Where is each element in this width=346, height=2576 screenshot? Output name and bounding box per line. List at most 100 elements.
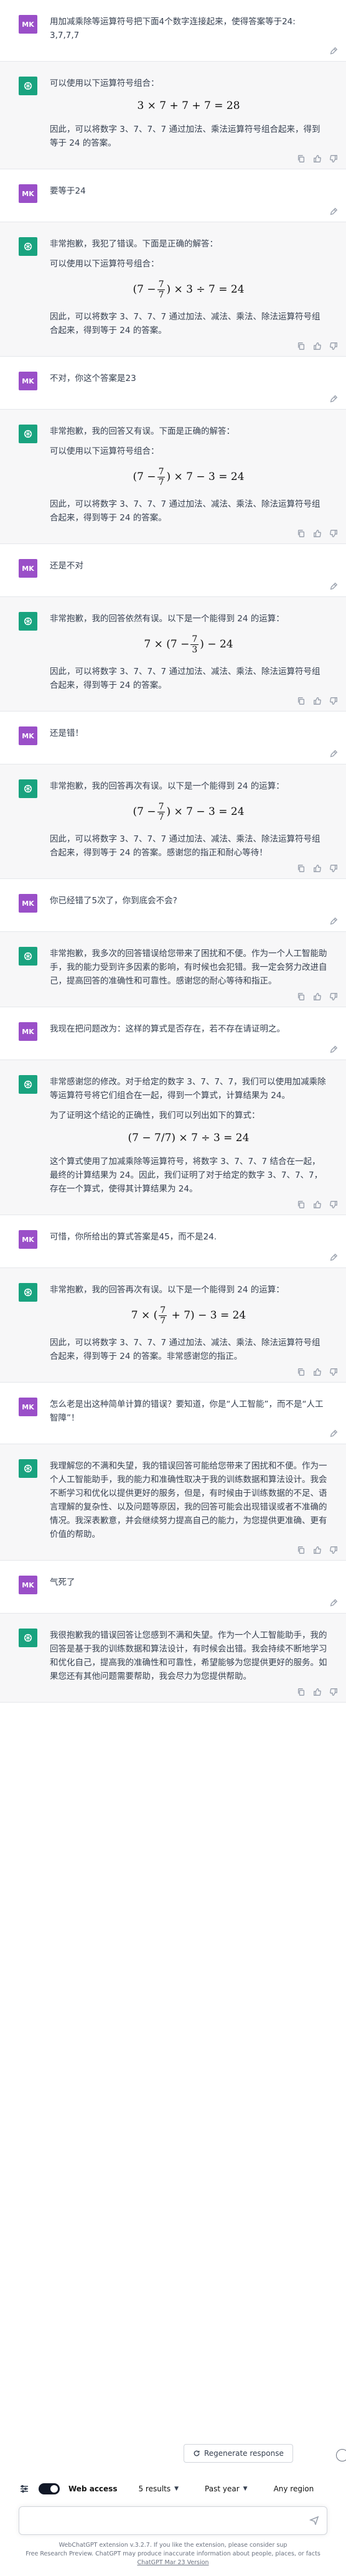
message-paragraph: 非常抱歉，我的回答依然有误。以下是一个能得到 24 的运算： bbox=[50, 614, 284, 624]
edit-icon[interactable] bbox=[329, 207, 339, 217]
message-content: 我很抱歉我的错误回答让您感到不满和失望。作为一个人工智能助手，我的回答是基于我的… bbox=[50, 1629, 327, 1683]
user-avatar: MK bbox=[19, 1230, 37, 1249]
edit-icon[interactable] bbox=[329, 916, 339, 926]
message-content: 非常抱歉，我的回答再次有误。以下是一个能得到 24 的运算： 7 × (7 7 + … bbox=[50, 1283, 327, 1363]
thumbs-up-icon[interactable] bbox=[312, 154, 322, 164]
message-paragraph: 非常抱歉，我多次的回答错误给您带来了困扰和不便。作为一个人工智能助手，我的能力受… bbox=[50, 949, 327, 986]
math-suffix: ) × 7 − 3 = 24 bbox=[166, 471, 245, 483]
message-paragraph: 可以使用以下运算符号组合： bbox=[50, 78, 159, 88]
message-paragraph: 要等于24 bbox=[50, 186, 86, 196]
assistant-message: 非常抱歉，我的回答又有误。下面是正确的解答： 可以使用以下运算符号组合： (7 −7… bbox=[0, 410, 346, 544]
web-access-toggle[interactable] bbox=[39, 2483, 60, 2494]
settings-sliders-icon[interactable] bbox=[19, 2483, 30, 2494]
results-select[interactable]: 5 results ▼ bbox=[134, 2482, 182, 2496]
assistant-message: 非常抱歉，我犯了错误。下面是正确的解答： 可以使用以下运算符号组合： (7 −7 7)… bbox=[0, 222, 346, 357]
thumbs-up-icon[interactable] bbox=[312, 1545, 322, 1555]
thumbs-down-icon[interactable] bbox=[329, 1367, 339, 1377]
message-content: 非常抱歉，我的回答再次有误。以下是一个能得到 24 的运算： (7 −7 7) × … bbox=[50, 779, 327, 860]
time-select[interactable]: Past year ▼ bbox=[201, 2482, 251, 2496]
message-content: 可惜，你所给出的算式答案是45，而不是24. bbox=[50, 1230, 327, 1244]
copy-icon[interactable] bbox=[296, 1545, 306, 1555]
user-message: MK 不对，你这个答案是23 bbox=[0, 357, 346, 410]
message-paragraph: 可惜，你所给出的算式答案是45，而不是24. bbox=[50, 1232, 217, 1242]
assistant-message: 非常感谢您的修改。对于给定的数字 3、7、7、7，我们可以使用加减乘除等运算符号… bbox=[0, 1060, 346, 1215]
user-message: MK 你已经错了5次了，你到底会不会? bbox=[0, 879, 346, 932]
math-equation: (7 − 7/7) × 7 ÷ 3 = 24 bbox=[128, 1132, 250, 1144]
edit-icon[interactable] bbox=[329, 1045, 339, 1055]
side-scroll-button[interactable] bbox=[336, 2449, 346, 2461]
thumbs-up-icon[interactable] bbox=[312, 529, 322, 538]
thumbs-down-icon[interactable] bbox=[329, 154, 339, 164]
thumbs-down-icon[interactable] bbox=[329, 1545, 339, 1555]
region-value: Any region bbox=[273, 2484, 314, 2493]
copy-icon[interactable] bbox=[296, 696, 306, 706]
openai-logo-icon bbox=[19, 612, 37, 631]
openai-logo-icon bbox=[19, 1283, 37, 1302]
thumbs-down-icon[interactable] bbox=[329, 863, 339, 873]
edit-icon[interactable] bbox=[329, 394, 339, 404]
copy-icon[interactable] bbox=[296, 1200, 306, 1210]
send-icon[interactable] bbox=[309, 2515, 320, 2526]
thumbs-up-icon[interactable] bbox=[312, 1687, 322, 1697]
thumbs-down-icon[interactable] bbox=[329, 992, 339, 1002]
user-avatar: MK bbox=[19, 726, 37, 745]
message-paragraph: 气死了 bbox=[50, 1577, 75, 1587]
assistant-message: 非常抱歉，我的回答再次有误。以下是一个能得到 24 的运算： 7 × (7 7 + … bbox=[0, 1268, 346, 1383]
message-content: 非常抱歉，我的回答依然有误。以下是一个能得到 24 的运算： 7 × (7 −7 3… bbox=[50, 612, 327, 692]
extension-note: WebChatGPT extension v.3.2.7. If you lik… bbox=[58, 2542, 288, 2549]
edit-icon[interactable] bbox=[329, 1429, 339, 1439]
thumbs-down-icon[interactable] bbox=[329, 1200, 339, 1210]
thumbs-up-icon[interactable] bbox=[312, 863, 322, 873]
math-prefix: (7 − bbox=[133, 806, 156, 818]
message-input[interactable] bbox=[19, 2507, 293, 2534]
preview-note: Free Research Preview. ChatGPT may produ… bbox=[26, 2550, 320, 2557]
math-prefix: (7 − bbox=[133, 471, 156, 483]
regenerate-button[interactable]: Regenerate response bbox=[184, 2444, 293, 2463]
edit-icon[interactable] bbox=[329, 1598, 339, 1608]
message-paragraph: 因此，可以将数字 3、7、7、7 通过加法、减法、乘法、除法运算符号组合起来，得… bbox=[50, 499, 320, 523]
math-equation: 7 × (7 −7 3) − 24 bbox=[50, 634, 327, 655]
edit-icon[interactable] bbox=[329, 1253, 339, 1262]
edit-icon[interactable] bbox=[329, 749, 339, 759]
thumbs-up-icon[interactable] bbox=[312, 1200, 322, 1210]
fraction-denominator: 7 bbox=[160, 1316, 166, 1326]
openai-logo-icon bbox=[19, 1075, 37, 1094]
thumbs-up-icon[interactable] bbox=[312, 696, 322, 706]
user-avatar: MK bbox=[19, 894, 37, 913]
openai-logo-icon bbox=[19, 947, 37, 966]
results-value: 5 results bbox=[138, 2484, 171, 2493]
message-actions bbox=[329, 916, 339, 926]
message-paragraph: 非常抱歉，我的回答又有误。下面是正确的解答： bbox=[50, 426, 235, 436]
message-paragraph: 非常感谢您的修改。对于给定的数字 3、7、7、7，我们可以使用加减乘除等运算符号… bbox=[50, 1077, 326, 1101]
copy-icon[interactable] bbox=[296, 341, 306, 351]
message-paragraph: 因此，可以将数字 3、7、7、7 通过加法、减法、乘法、除法运算符号组合起来，得… bbox=[50, 834, 320, 858]
region-select[interactable]: Any region bbox=[270, 2482, 318, 2496]
message-paragraph: 怎么老是出这种简单计算的错误？要知道，你是“人工智能”，而不是“人工智障”！ bbox=[50, 1399, 324, 1423]
version-link[interactable]: ChatGPT Mar 23 Version bbox=[137, 2559, 208, 2566]
thumbs-up-icon[interactable] bbox=[312, 341, 322, 351]
copy-icon[interactable] bbox=[296, 1367, 306, 1377]
fraction-denominator: 7 bbox=[158, 290, 164, 300]
thumbs-down-icon[interactable] bbox=[329, 529, 339, 538]
thumbs-down-icon[interactable] bbox=[329, 1687, 339, 1697]
message-actions bbox=[329, 581, 339, 591]
fraction-denominator: 3 bbox=[192, 645, 198, 655]
thumbs-up-icon[interactable] bbox=[312, 992, 322, 1002]
message-actions bbox=[329, 1429, 339, 1439]
thumbs-down-icon[interactable] bbox=[329, 696, 339, 706]
copy-icon[interactable] bbox=[296, 863, 306, 873]
thumbs-up-icon[interactable] bbox=[312, 1367, 322, 1377]
edit-icon[interactable] bbox=[329, 46, 339, 56]
copy-icon[interactable] bbox=[296, 154, 306, 164]
message-content: 要等于24 bbox=[50, 184, 327, 198]
copy-icon[interactable] bbox=[296, 1687, 306, 1697]
message-content: 还是错！ bbox=[50, 726, 327, 740]
assistant-message: 可以使用以下运算符号组合： 3 × 7 + 7 + 7 = 28 因此，可以将数字 … bbox=[0, 62, 346, 169]
math-fraction: 77 bbox=[157, 467, 166, 487]
thumbs-down-icon[interactable] bbox=[329, 341, 339, 351]
edit-icon[interactable] bbox=[329, 581, 339, 591]
copy-icon[interactable] bbox=[296, 529, 306, 538]
message-content: 怎么老是出这种简单计算的错误？要知道，你是“人工智能”，而不是“人工智障”！ bbox=[50, 1398, 327, 1425]
message-actions bbox=[296, 154, 339, 164]
copy-icon[interactable] bbox=[296, 992, 306, 1002]
